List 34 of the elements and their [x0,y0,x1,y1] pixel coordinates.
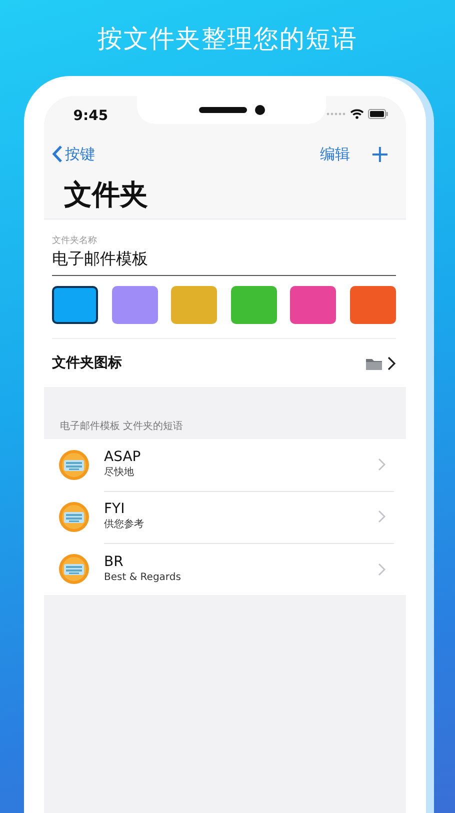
chevron-icon [378,510,386,523]
phrase-title: ASAP [104,449,142,466]
field-label: 文件夹名称 [52,234,98,247]
keyboard-icon [58,553,90,585]
keyboard-icon [58,501,90,533]
page-title: 文件夹 [64,177,148,213]
chevron-icon [378,562,386,576]
status-time: 9:45 [72,108,110,124]
edit-button[interactable]: 编辑 [300,144,350,164]
back-button[interactable]: 按键 [52,144,95,164]
color-swatch[interactable] [112,286,158,324]
battery-icon [368,109,388,119]
phrase-row[interactable]: BR Best & Regards [44,543,406,595]
headline: 按文件夹整理您的短语 [98,23,358,55]
color-swatch[interactable] [290,286,336,324]
folder-name-input[interactable]: 电子邮件模板 [52,247,396,275]
phrase-subtitle: Best & Regards [104,570,182,584]
chevron-icon [387,356,396,370]
color-swatch[interactable] [230,286,277,324]
phrase-title: BR [104,554,124,570]
keyboard-icon [58,449,90,481]
color-swatch[interactable] [52,286,98,324]
phrase-subtitle: 尽快地 [104,466,135,480]
section-header: 电子邮件模板 文件夹的短语 [60,420,184,433]
signal-icon [326,112,346,116]
wifi-icon [350,109,364,119]
chevron-icon [378,458,386,471]
color-swatch[interactable] [171,286,218,324]
back-chevron-icon [52,145,63,163]
phrase-subtitle: 供您参考 [104,518,145,532]
color-swatch[interactable] [350,286,396,324]
folder-icon-row[interactable]: 文件夹图标 [52,339,396,387]
phrase-title: FYI [104,501,126,518]
add-button[interactable]: + [350,142,390,166]
